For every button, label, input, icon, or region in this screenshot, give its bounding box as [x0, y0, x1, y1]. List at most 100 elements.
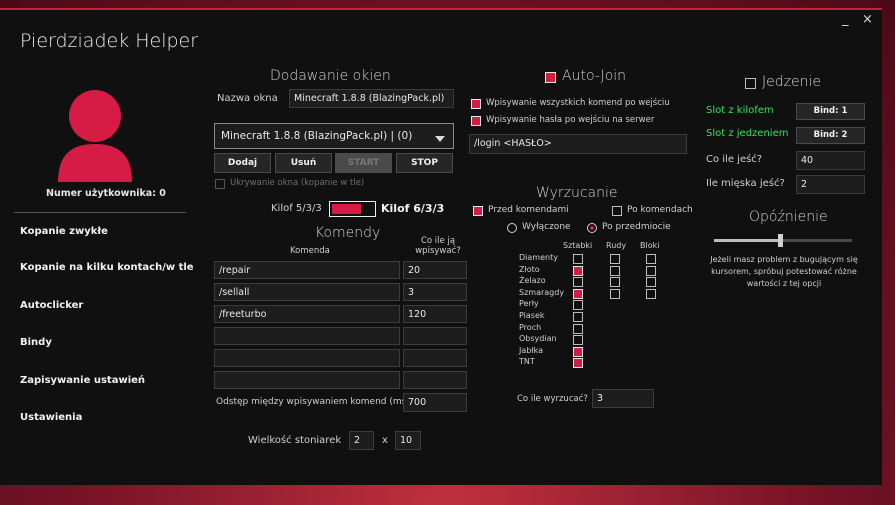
sidebar-item-multi-mining[interactable]: Kopanie na kilku kontach/w tle	[20, 262, 194, 273]
sidebar-item-autoclicker[interactable]: Autoclicker	[20, 300, 83, 311]
throw-interval-input[interactable]: 3	[592, 389, 654, 408]
start-button[interactable]: START	[335, 153, 392, 173]
window-select-value: Minecraft 1.8.8 (BlazingPack.pl) | (0)	[221, 130, 413, 142]
stonecutter-width-input[interactable]: 2	[349, 431, 374, 450]
sidebar-item-binds[interactable]: Bindy	[20, 337, 52, 348]
hide-window-label: Ukrywanie okna (kopanie w tle)	[230, 178, 365, 188]
throwing-title: Wyrzucanie	[536, 185, 618, 201]
add-button[interactable]: Dodaj	[214, 153, 271, 173]
throw-ingot-checkbox[interactable]	[573, 289, 583, 299]
minimize-button[interactable]: _	[842, 12, 849, 27]
autojoin-title: Auto-Join	[562, 68, 627, 84]
throw-block-checkbox[interactable]	[646, 254, 656, 264]
windows-section-title: Dodawanie okien	[270, 68, 391, 84]
stop-button[interactable]: STOP	[396, 153, 453, 173]
delay-slider-fill	[714, 239, 780, 242]
throw-ingot-checkbox[interactable]	[573, 266, 583, 276]
commands-col-command: Komenda	[290, 246, 330, 256]
throw-item-label: Obsydian	[519, 334, 557, 343]
command-input-6[interactable]	[214, 371, 400, 389]
command-interval-1[interactable]: 20	[403, 261, 467, 279]
throw-item-label: Jabłka	[519, 346, 544, 355]
throw-ingot-checkbox[interactable]	[573, 358, 583, 368]
throw-item-label: TNT	[519, 357, 535, 366]
throw-ore-checkbox[interactable]	[610, 266, 620, 276]
col-ingots: Sztabki	[563, 241, 593, 250]
throw-ingot-checkbox[interactable]	[573, 335, 583, 345]
throw-item-label: Złoto	[519, 265, 540, 274]
window-name-input[interactable]: Minecraft 1.8.8 (BlazingPack.pl)	[289, 89, 454, 108]
pickaxe-toggle-knob	[332, 204, 361, 214]
throw-block-checkbox[interactable]	[646, 277, 656, 287]
col-ores: Rudy	[606, 241, 627, 250]
throw-block-checkbox[interactable]	[646, 266, 656, 276]
command-input-3[interactable]: /freeturbo	[214, 305, 400, 323]
meat-input[interactable]: 2	[796, 175, 865, 194]
throw-ingot-checkbox[interactable]	[573, 277, 583, 287]
avatar	[58, 88, 132, 186]
commands-title: Komendy	[315, 225, 381, 241]
throw-block-checkbox[interactable]	[646, 289, 656, 299]
delay-slider[interactable]	[714, 234, 852, 247]
throw-ingot-checkbox[interactable]	[573, 300, 583, 310]
remove-button[interactable]: Usuń	[275, 153, 332, 173]
user-icon	[58, 90, 132, 182]
throw-ingot-checkbox[interactable]	[573, 324, 583, 334]
sidebar-item-settings[interactable]: Ustawienia	[20, 412, 82, 423]
throw-item-label: Perły	[519, 299, 539, 308]
throw-ore-checkbox[interactable]	[610, 277, 620, 287]
command-input-4[interactable]	[214, 327, 400, 345]
stonecutter-label: Wielkość stoniarek	[248, 435, 342, 446]
pickaxe-toggle[interactable]	[329, 201, 376, 217]
food-slot-label: Slot z jedzeniem	[706, 128, 789, 139]
throw-ore-checkbox[interactable]	[610, 289, 620, 299]
pickaxe-bind-button[interactable]: Bind: 1	[796, 103, 865, 120]
chevron-down-icon	[435, 133, 445, 145]
autojoin-login-input[interactable]: /login <HASŁO>	[469, 134, 687, 154]
close-button[interactable]: ×	[862, 12, 873, 27]
autojoin-checkbox[interactable]	[545, 72, 556, 83]
user-number: Numer użytkownika: 0	[46, 188, 166, 199]
throw-ingot-checkbox[interactable]	[573, 254, 583, 264]
throw-per-item-radio[interactable]	[587, 223, 597, 233]
autojoin-commands-label: Wpisywanie wszystkich komend po wejściu	[486, 98, 670, 108]
before-commands-checkbox[interactable]	[473, 206, 483, 216]
sidebar-item-save-settings[interactable]: Zapisywanie ustawień	[20, 375, 145, 386]
command-input-2[interactable]: /sellall	[214, 283, 400, 301]
command-interval-6[interactable]	[403, 371, 467, 389]
throw-item-label: Piasek	[519, 311, 545, 320]
autojoin-commands-checkbox[interactable]	[471, 99, 481, 109]
window-title: Pierdziadek Helper	[20, 30, 199, 52]
command-input-5[interactable]	[214, 349, 400, 367]
after-commands-label: Po komendach	[627, 205, 693, 215]
after-commands-checkbox[interactable]	[612, 206, 622, 216]
col-blocks: Bloki	[640, 241, 660, 250]
throw-off-radio[interactable]	[507, 223, 517, 233]
before-commands-label: Przed komendami	[488, 205, 569, 215]
autojoin-password-checkbox[interactable]	[471, 116, 481, 126]
meat-label: Ile mięska jeść?	[706, 178, 785, 189]
food-checkbox[interactable]	[745, 78, 756, 89]
throw-ore-checkbox[interactable]	[610, 254, 620, 264]
window-name-label: Nazwa okna	[217, 93, 278, 104]
delay-slider-thumb[interactable]	[778, 234, 783, 247]
delay-title: Opóźnienie	[749, 209, 828, 225]
eat-every-label: Co ile jeść?	[706, 154, 763, 165]
command-interval-2[interactable]: 3	[403, 283, 467, 301]
command-interval-4[interactable]	[403, 327, 467, 345]
sidebar-item-mining[interactable]: Kopanie zwykłe	[20, 226, 108, 237]
commands-col-interval: Co ile ją wpisywać?	[415, 236, 461, 256]
stonecutter-height-input[interactable]: 10	[395, 431, 421, 450]
food-bind-button[interactable]: Bind: 2	[796, 127, 865, 144]
command-input-1[interactable]: /repair	[214, 261, 400, 279]
commands-delay-input[interactable]: 700	[403, 393, 467, 412]
throw-ingot-checkbox[interactable]	[573, 347, 583, 357]
hide-window-checkbox[interactable]	[215, 179, 225, 189]
throw-item-label: Żelazo	[519, 276, 546, 285]
command-interval-5[interactable]	[403, 349, 467, 367]
pickaxe-slot-label: Slot z kilofem	[706, 105, 774, 116]
eat-every-input[interactable]: 40	[796, 151, 865, 170]
command-interval-3[interactable]: 120	[403, 305, 467, 323]
window-select[interactable]: Minecraft 1.8.8 (BlazingPack.pl) | (0)	[214, 123, 454, 149]
throw-ingot-checkbox[interactable]	[573, 312, 583, 322]
